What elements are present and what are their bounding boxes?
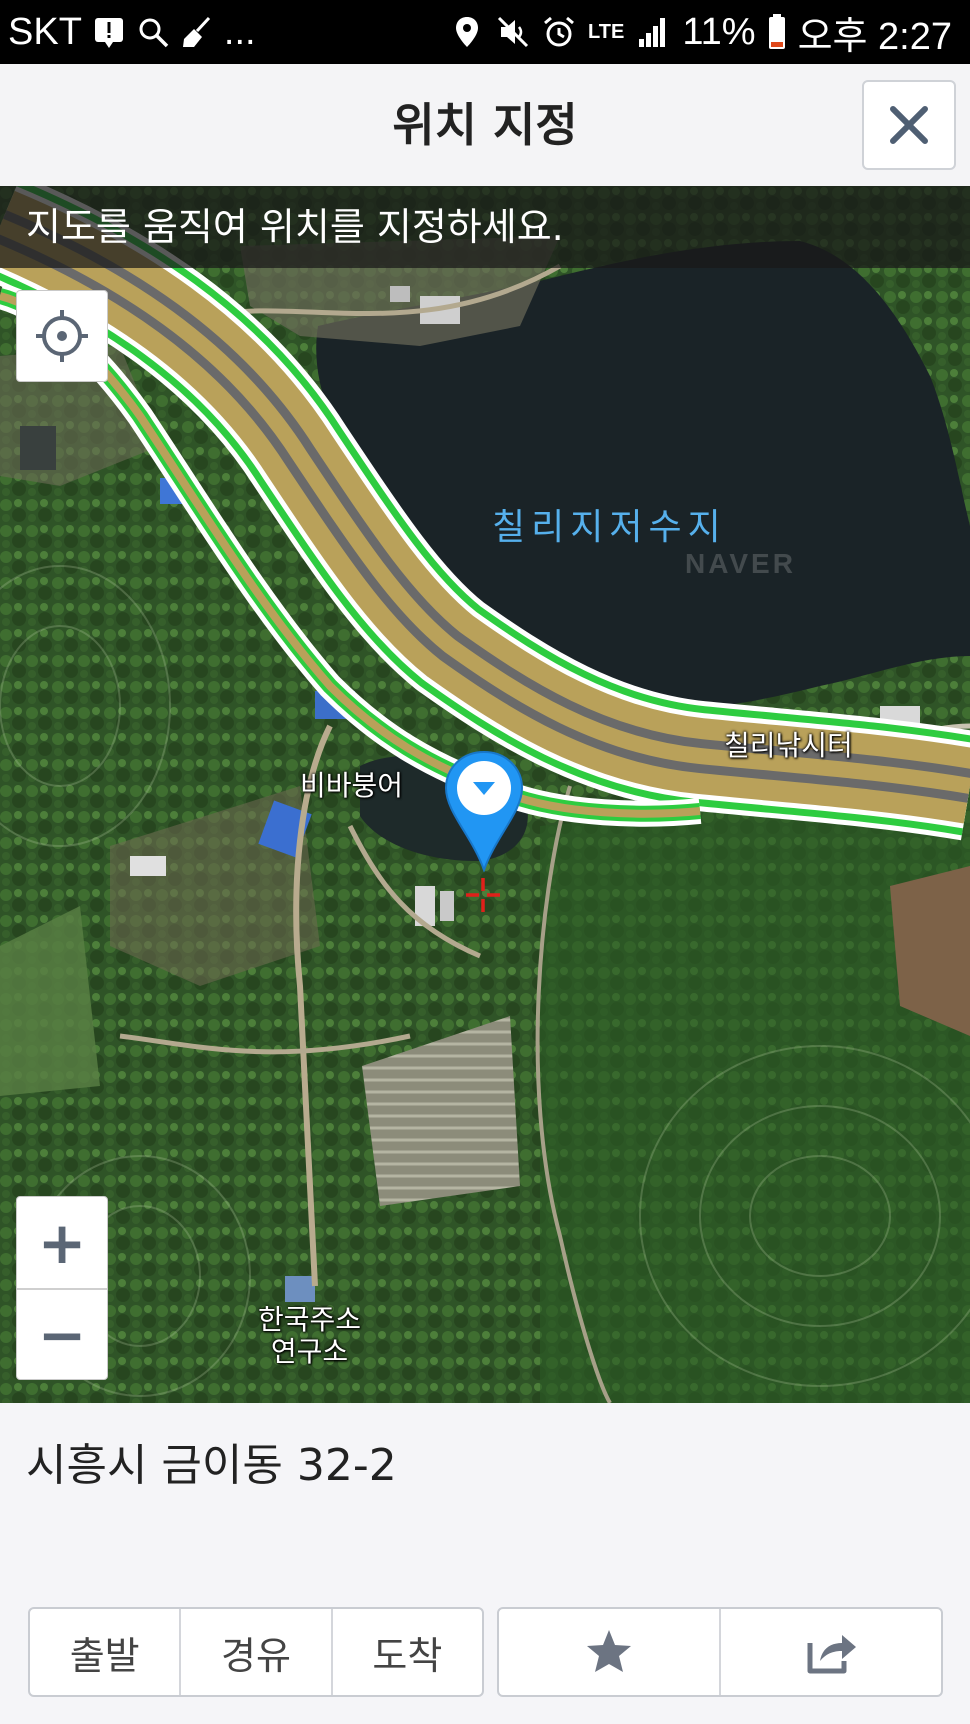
naver-watermark: NAVER (685, 548, 796, 579)
waypoint-button[interactable]: 경유 (181, 1609, 333, 1695)
page-title: 위치 지정 (392, 98, 578, 152)
current-location-button[interactable] (16, 290, 108, 382)
alert-icon (94, 18, 123, 48)
signal-icon (639, 18, 666, 47)
more-notifications: ... (223, 10, 256, 53)
route-button-group: 출발 경유 도착 (28, 1607, 484, 1697)
place-label-institute: 한국주소 연구소 (258, 1303, 362, 1368)
battery-icon (768, 14, 785, 49)
star-icon (587, 1630, 631, 1672)
location-pin-icon[interactable] (442, 750, 526, 872)
broom-icon (182, 16, 211, 47)
close-button[interactable] (862, 80, 956, 170)
header-bar: 위치 지정 (0, 64, 970, 187)
bottom-panel: 시흥시 금이동 32-2 출발 경유 도착 (0, 1403, 970, 1724)
zoom-controls: + − (16, 1196, 108, 1380)
map-instruction-banner: 지도를 움직여 위치를 지정하세요. (0, 186, 970, 268)
status-bar: SKT ... LTE 11% 오후 2:27 (0, 0, 970, 64)
carrier-label: SKT (8, 10, 82, 53)
plus-icon: + (37, 1208, 87, 1277)
fishing-spot-label: 칠리낚시터 (724, 729, 853, 762)
target-crosshair-icon (466, 878, 500, 912)
address-text: 시흥시 금이동 32-2 (26, 1440, 397, 1491)
search-icon (139, 18, 169, 48)
location-icon (456, 17, 479, 47)
battery-percent: 11% (682, 10, 756, 53)
crosshair-locate-icon (36, 310, 88, 362)
mute-icon (497, 16, 529, 48)
satellite-map[interactable]: 지도를 움직여 위치를 지정하세요. 칠리지저수지 NAVER 칠리낚시터 비바… (0, 186, 970, 1403)
alarm-icon (544, 16, 574, 47)
zoom-out-button[interactable]: − (17, 1289, 107, 1380)
share-icon (807, 1635, 856, 1674)
place-label-bibabungeo: 비바붕어 (300, 769, 404, 802)
clock: 오후 2:27 (797, 15, 952, 58)
departure-button[interactable]: 출발 (30, 1609, 182, 1695)
minus-icon: − (37, 1300, 87, 1369)
zoom-in-button[interactable]: + (17, 1197, 107, 1290)
action-button-group (497, 1607, 943, 1697)
arrival-button[interactable]: 도착 (333, 1609, 482, 1695)
favorite-button[interactable] (499, 1609, 721, 1695)
close-icon (890, 106, 928, 144)
share-button[interactable] (721, 1609, 941, 1695)
lake-label: 칠리지저수지 (492, 507, 727, 548)
lte-icon: LTE (588, 20, 625, 43)
